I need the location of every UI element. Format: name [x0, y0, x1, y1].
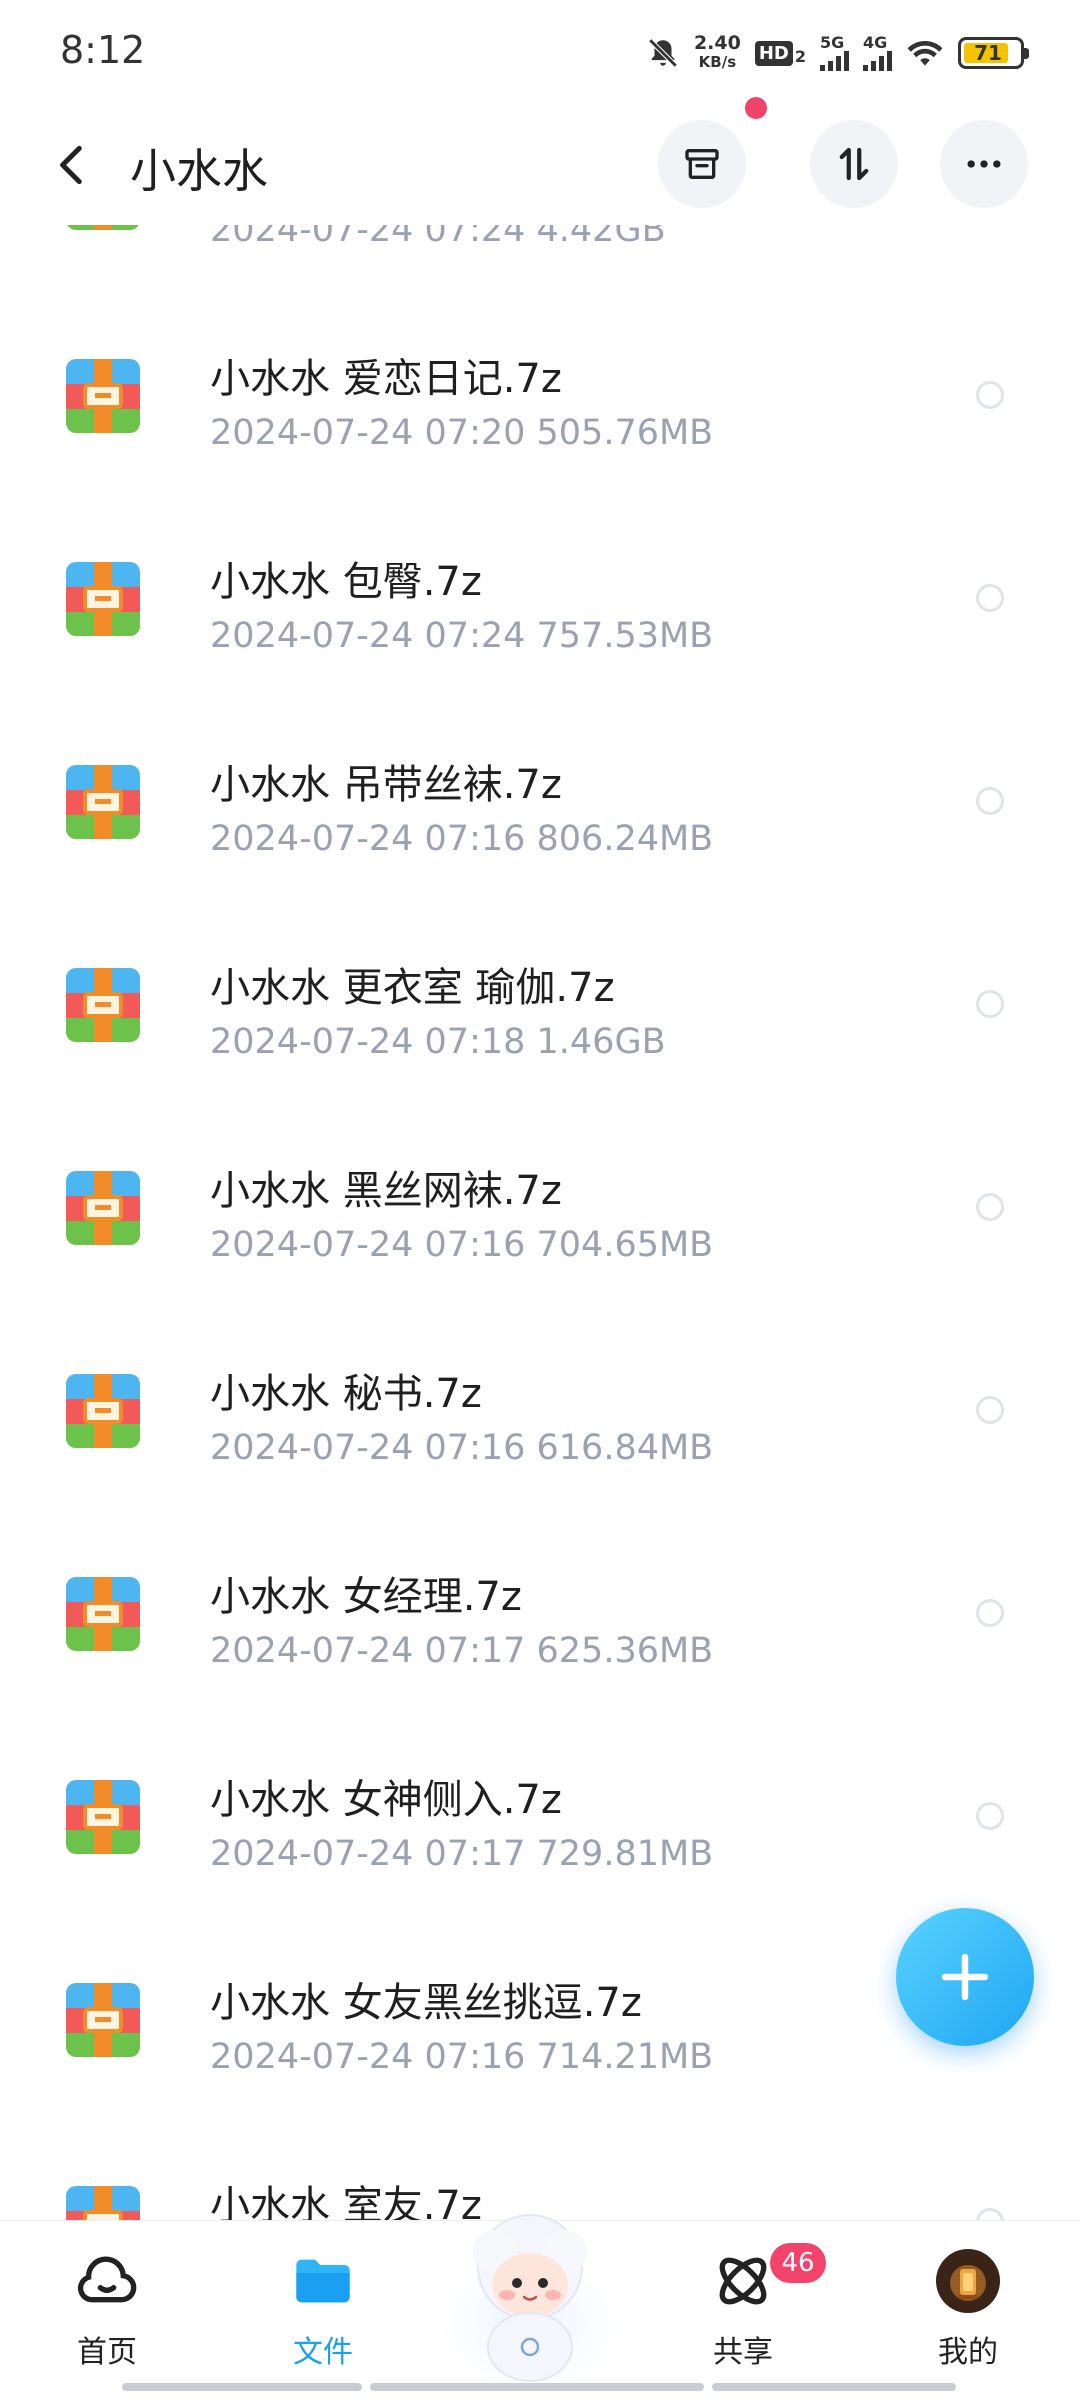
file-meta: 2024-07-24 07:16 704.65MB: [210, 1225, 714, 1265]
mute-bell-icon: [648, 38, 678, 68]
file-name: 小水水 女经理.7z: [210, 1574, 522, 1620]
file-name: 小水水 女神侧入.7z: [210, 1777, 562, 1823]
file-meta: 2024-07-24 07:16 714.21MB: [210, 2037, 714, 2077]
archive-file-icon: [66, 2186, 140, 2220]
file-name: 小水水 黑丝网袜.7z: [210, 1168, 562, 1214]
file-meta: 2024-07-24 07:20 505.76MB: [210, 413, 714, 453]
share-badge: 46: [770, 2243, 826, 2283]
file-meta: 2024-07-24 07:16 616.84MB: [210, 1428, 714, 1468]
tab-me[interactable]: 我的: [888, 2221, 1048, 2371]
file-row[interactable]: 小水水 爱恋日记.7z 2024-07-24 07:20 505.76MB: [0, 298, 1080, 501]
file-name: 小水水 秘书.7z: [210, 1371, 482, 1417]
file-list[interactable]: 2024-07-24 07:24 4.42GB 小水水 爱恋日记.7z 2024-0…: [0, 225, 1080, 2220]
archive-file-icon: [66, 1577, 140, 1651]
file-name: 小水水 爱恋日记.7z: [210, 356, 562, 402]
file-row[interactable]: 小水水 吊带丝袜.7z 2024-07-24 07:16 806.24MB: [0, 704, 1080, 907]
status-time: 8:12: [60, 28, 146, 72]
tab-me-label: 我的: [938, 2335, 998, 2370]
sort-button[interactable]: [810, 120, 898, 208]
file-row[interactable]: 小水水 黑丝网袜.7z 2024-07-24 07:16 704.65MB: [0, 1110, 1080, 1313]
file-row[interactable]: 小水水 秘书.7z 2024-07-24 07:16 616.84MB: [0, 1313, 1080, 1516]
archive-file-icon: [66, 225, 140, 230]
archive-file-icon: [66, 968, 140, 1042]
file-name: 小水水 更衣室 瑜伽.7z: [210, 965, 615, 1011]
file-name: 小水水 包臀.7z: [210, 559, 482, 605]
net-speed: 2.40 KB/s: [693, 32, 741, 72]
select-radio[interactable]: [976, 1802, 1004, 1830]
app-header: 小水水: [0, 97, 1080, 225]
file-row[interactable]: 小水水 女神侧入.7z 2024-07-24 07:17 729.81MB: [0, 1719, 1080, 1922]
archive-file-icon: [66, 1171, 140, 1245]
file-name: 小水水 女友黑丝挑逗.7z: [210, 1980, 642, 2026]
signal-icon-2: 4G: [863, 35, 892, 71]
file-meta: 2024-07-24 07:16 806.24MB: [210, 819, 714, 859]
avatar: [936, 2249, 1000, 2313]
signal-icon: 5G: [820, 35, 849, 71]
tab-files[interactable]: 文件: [243, 2221, 403, 2371]
archive-file-icon: [66, 1780, 140, 1854]
back-button[interactable]: [48, 140, 98, 190]
select-radio[interactable]: [976, 1193, 1004, 1221]
page-title: 小水水: [130, 144, 268, 198]
tab-home-label: 首页: [77, 2335, 137, 2370]
notification-dot: [745, 97, 767, 119]
file-meta: 2024-07-24 07:24 4.42GB: [210, 225, 666, 250]
select-radio[interactable]: [976, 787, 1004, 815]
select-radio[interactable]: [976, 584, 1004, 612]
status-bar: 8:12 2.40 KB/s HD 2 5G 4G 71: [0, 0, 1080, 105]
archive-file-icon: [66, 1374, 140, 1448]
archive-file-icon: [66, 562, 140, 636]
status-icons: 2.40 KB/s HD 2 5G 4G 71: [646, 30, 1029, 76]
select-radio[interactable]: [976, 2208, 1004, 2220]
tab-home[interactable]: 首页: [27, 2221, 187, 2371]
archive-file-icon: [66, 359, 140, 433]
archive-icon: [685, 149, 719, 179]
archive-button[interactable]: [658, 120, 746, 208]
tab-files-label: 文件: [293, 2335, 353, 2370]
chevron-left-icon: [60, 145, 82, 185]
bottom-tab-bar: 首页 文件 共享 46 我的: [0, 2214, 1080, 2401]
file-row[interactable]: 小水水 女经理.7z 2024-07-24 07:17 625.36MB: [0, 1516, 1080, 1719]
tab-share-label: 共享: [713, 2335, 773, 2370]
file-row[interactable]: 小水水 包臀.7z 2024-07-24 07:24 757.53MB: [0, 501, 1080, 704]
file-row[interactable]: 小水水 更衣室 瑜伽.7z 2024-07-24 07:18 1.46GB: [0, 907, 1080, 1110]
plus-icon: [941, 1953, 989, 2001]
archive-file-icon: [66, 765, 140, 839]
more-button[interactable]: [940, 120, 1028, 208]
file-meta: 2024-07-24 07:17 729.81MB: [210, 1834, 714, 1874]
wifi-icon: [907, 40, 943, 66]
file-meta: 2024-07-24 07:24 757.53MB: [210, 616, 714, 656]
select-radio[interactable]: [976, 381, 1004, 409]
sort-icon: [839, 147, 869, 181]
add-button[interactable]: [896, 1908, 1034, 2046]
gesture-bar-center[interactable]: [370, 2383, 704, 2391]
hd-indicator: HD 2: [754, 40, 806, 66]
select-radio[interactable]: [976, 1396, 1004, 1424]
select-radio[interactable]: [976, 1599, 1004, 1627]
mascot-avatar[interactable]: [435, 2197, 625, 2387]
more-icon: [967, 160, 1001, 168]
gesture-bar-left: [122, 2383, 362, 2391]
atom-share-icon: [719, 2257, 767, 2305]
archive-file-icon: [66, 1983, 140, 2057]
cloud-home-icon: [77, 2256, 137, 2303]
folder-icon: [296, 2259, 350, 2303]
file-row[interactable]: 2024-07-24 07:24 4.42GB: [0, 225, 1080, 298]
file-meta: 2024-07-24 07:18 1.46GB: [210, 1022, 666, 1062]
file-name: 小水水 吊带丝袜.7z: [210, 762, 562, 808]
file-meta: 2024-07-24 07:17 625.36MB: [210, 1631, 714, 1671]
gesture-bar-right: [712, 2383, 956, 2391]
select-radio[interactable]: [976, 990, 1004, 1018]
battery-icon: 71: [958, 37, 1029, 69]
